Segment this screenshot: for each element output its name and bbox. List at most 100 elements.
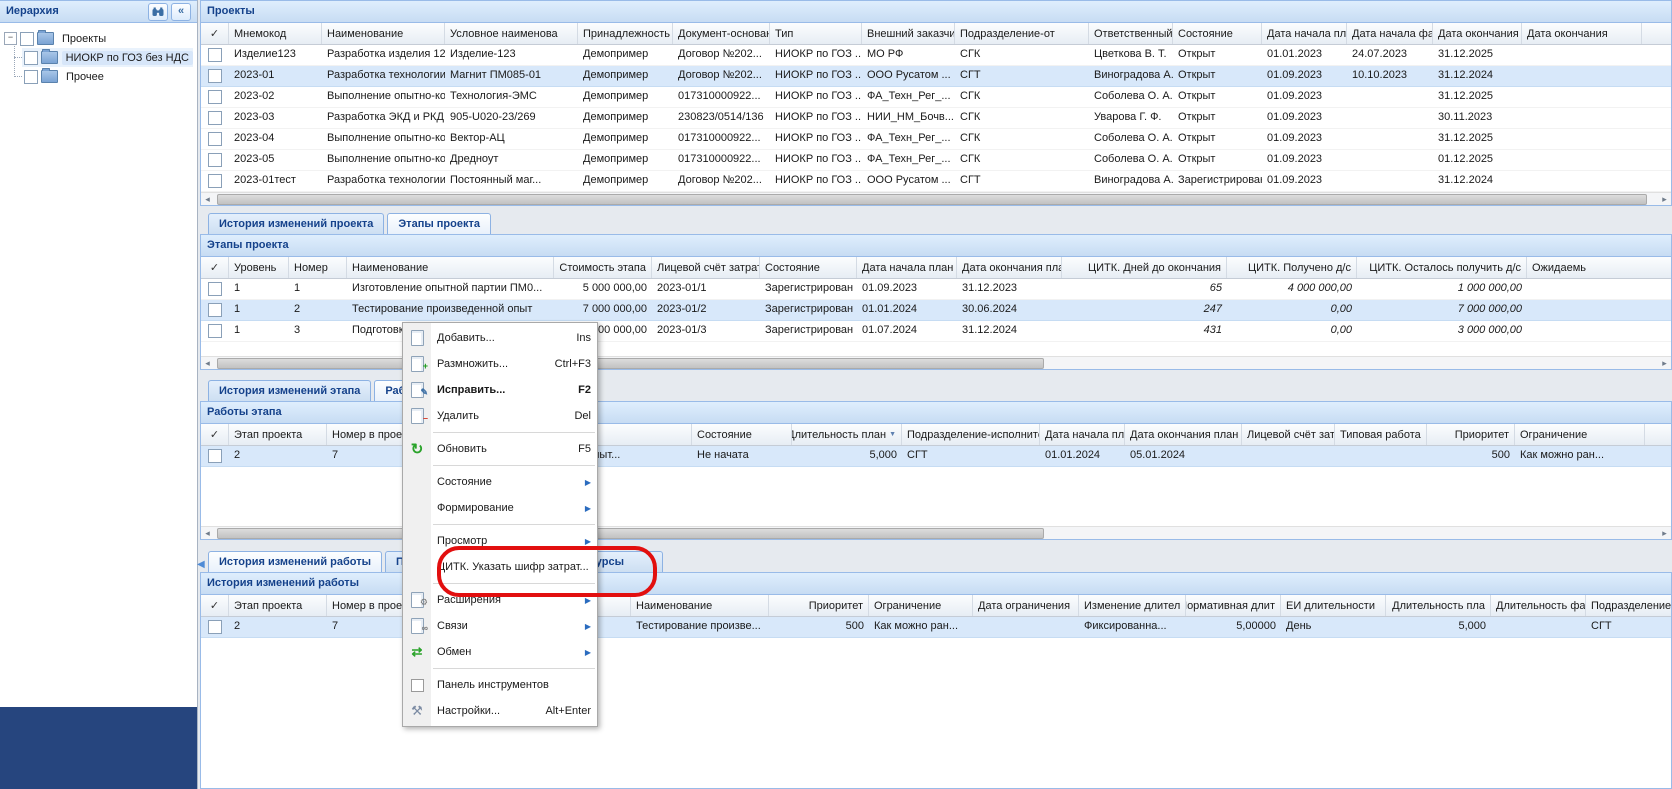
row-checkbox[interactable] [208, 620, 222, 634]
row-checkbox[interactable] [208, 90, 222, 104]
row-checkbox[interactable] [208, 449, 222, 463]
tree-node-prochee[interactable]: Прочее [22, 67, 193, 86]
column-header[interactable]: ЦИТК. Осталось получить д/с [1357, 257, 1527, 278]
column-header[interactable]: Тип [770, 23, 862, 44]
scroll-left-icon[interactable]: ◂ [201, 357, 214, 369]
tree-node-label[interactable]: Прочее [62, 70, 108, 84]
context-menu-item[interactable]: +Размножить...Ctrl+F3 [403, 351, 597, 377]
column-header[interactable]: Длительность фак [1491, 595, 1586, 616]
column-header[interactable]: Дата ограничения [973, 595, 1079, 616]
context-menu-item[interactable]: ОбновитьF5 [403, 436, 597, 462]
column-header[interactable]: Условное наименова [445, 23, 578, 44]
tree-checkbox[interactable] [24, 70, 38, 84]
column-header[interactable]: Состояние [760, 257, 857, 278]
context-menu-item[interactable]: Настройки...Alt+Enter [403, 698, 597, 724]
row-checkbox[interactable] [208, 282, 222, 296]
column-header[interactable]: ЦИТК. Получено д/с [1227, 257, 1357, 278]
context-menu-item[interactable]: –УдалитьDel [403, 403, 597, 429]
context-menu-item-citk-shifr[interactable]: ЦИТК. Указать шифр затрат... [403, 554, 597, 580]
tree-node-label[interactable]: НИОКР по ГОЗ без НДС [62, 51, 193, 65]
column-header[interactable]: Наименование [347, 257, 554, 278]
horizontal-scrollbar-thumb[interactable] [217, 358, 1044, 369]
column-header[interactable]: ЦИТК. Дней до окончания [1062, 257, 1227, 278]
column-header[interactable]: Типовая работа [1335, 424, 1427, 445]
row-checkbox[interactable] [208, 153, 222, 167]
row-checkbox[interactable] [208, 48, 222, 62]
collapse-expander-icon[interactable]: − [4, 32, 17, 45]
scroll-right-icon[interactable]: ▸ [1658, 193, 1671, 205]
table-row[interactable]: Изделие123Разработка изделия 123Изделие-… [201, 45, 1671, 66]
column-header[interactable]: Дата окончания план [1125, 424, 1242, 445]
tree-checkbox[interactable] [24, 51, 38, 65]
column-header[interactable]: Длительность план▼ [792, 424, 902, 445]
column-header[interactable]: Дата начала факт. [1347, 23, 1433, 44]
column-header[interactable]: Лицевой счёт затрат. [652, 257, 760, 278]
column-header[interactable]: Ответственный [1089, 23, 1173, 44]
context-menu-item[interactable]: Обмен▶ [403, 639, 597, 665]
column-header[interactable]: Внешний заказчик [862, 23, 955, 44]
column-header[interactable]: Приоритет [1427, 424, 1515, 445]
table-row[interactable]: 11Изготовление опытной партии ПМ0...5 00… [201, 279, 1671, 300]
table-row[interactable]: 2023-03Разработка ЭКД и РКД н...905-U020… [201, 108, 1671, 129]
column-header[interactable]: Дата окончания п [1433, 23, 1522, 44]
table-row[interactable]: 2023-02Выполнение опытно-конс...Технолог… [201, 87, 1671, 108]
column-header[interactable]: Подразделение-и [1586, 595, 1671, 616]
collapse-panel-icon[interactable]: « [171, 3, 191, 21]
column-header[interactable]: Дата начала план [857, 257, 957, 278]
column-header[interactable]: Ограничение [1515, 424, 1645, 445]
tab-2-active[interactable]: Этапы проекта [387, 213, 491, 234]
context-menu-item[interactable]: Панель инструментов [403, 672, 597, 698]
column-header[interactable]: Дата начала план. [1262, 23, 1347, 44]
column-header[interactable]: Документ-основан [673, 23, 770, 44]
tree-node-niokr[interactable]: НИОКР по ГОЗ без НДС [22, 48, 193, 67]
column-header[interactable]: Дата окончания план [957, 257, 1062, 278]
table-row[interactable]: 12Тестирование произведенной опыт7 000 0… [201, 300, 1671, 321]
column-header[interactable]: Состояние [1173, 23, 1262, 44]
column-header[interactable]: Дата окончания [1522, 23, 1642, 44]
column-header[interactable]: Ожидаемь [1527, 257, 1671, 278]
tree-node-projects[interactable]: − Проекты [4, 29, 193, 48]
column-header[interactable]: ✓ [201, 595, 229, 616]
context-menu-item[interactable]: Просмотр▶ [403, 528, 597, 554]
column-header[interactable]: ✓ [201, 257, 229, 278]
column-header[interactable]: Принадлежность [578, 23, 673, 44]
column-header[interactable]: ✓ [201, 23, 229, 44]
column-header[interactable]: Подразделение-от [955, 23, 1089, 44]
column-header[interactable]: ✓ [201, 424, 229, 445]
column-header[interactable]: ЕИ длительности [1281, 595, 1386, 616]
column-header[interactable]: Этап проекта [229, 595, 327, 616]
column-header[interactable]: Наименование [631, 595, 769, 616]
context-menu-item[interactable]: ⚙Расширения▶ [403, 587, 597, 613]
search-icon[interactable] [148, 3, 168, 21]
tree-node-label[interactable]: Проекты [58, 32, 110, 46]
scroll-right-icon[interactable]: ▸ [1658, 357, 1671, 369]
row-checkbox[interactable] [208, 174, 222, 188]
column-header[interactable]: Дата начала план. [1040, 424, 1125, 445]
column-header[interactable]: Подразделение-исполнитель.. [902, 424, 1040, 445]
column-header[interactable]: Изменение длител [1079, 595, 1186, 616]
column-header[interactable]: Ограничение [869, 595, 973, 616]
context-menu-item[interactable]: ∞Связи▶ [403, 613, 597, 639]
context-menu-item[interactable]: Состояние▶ [403, 469, 597, 495]
row-checkbox[interactable] [208, 324, 222, 338]
column-header[interactable]: Наименование [322, 23, 445, 44]
horizontal-scrollbar-thumb[interactable] [217, 528, 1044, 539]
horizontal-scrollbar-thumb[interactable] [217, 194, 1647, 205]
tab-1[interactable]: История изменений этапа [208, 380, 371, 401]
tab-scroll-left-icon[interactable]: ◀ [197, 556, 207, 574]
scroll-left-icon[interactable]: ◂ [201, 193, 214, 205]
context-menu-item[interactable]: Формирование▶ [403, 495, 597, 521]
column-header[interactable]: Уровень [229, 257, 289, 278]
column-header[interactable]: Приоритет [769, 595, 869, 616]
column-header[interactable]: Мнемокод [229, 23, 322, 44]
tab-1[interactable]: История изменений проекта [208, 213, 384, 234]
context-menu-item[interactable]: ✎Исправить...F2 [403, 377, 597, 403]
table-row[interactable]: 2023-05Выполнение опытно-конс...Дредноут… [201, 150, 1671, 171]
context-menu-item[interactable]: Добавить...Ins [403, 325, 597, 351]
column-header[interactable]: Лицевой счёт затр [1242, 424, 1335, 445]
column-header[interactable]: Нормативная длит [1186, 595, 1281, 616]
column-header[interactable]: Состояние [692, 424, 792, 445]
column-header[interactable]: Длительность пла [1386, 595, 1491, 616]
tree-checkbox[interactable] [20, 32, 34, 46]
row-checkbox[interactable] [208, 303, 222, 317]
